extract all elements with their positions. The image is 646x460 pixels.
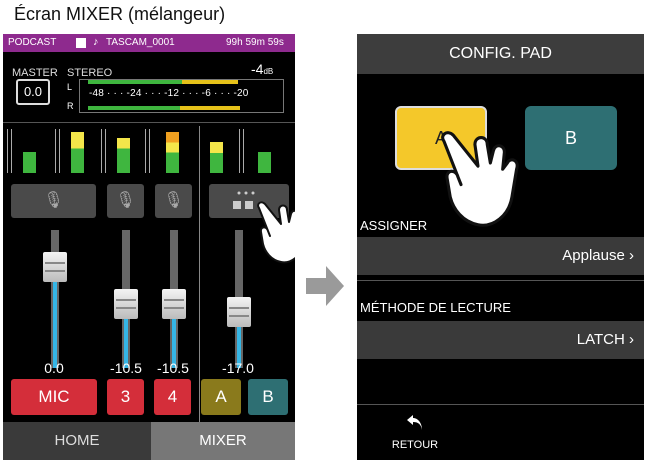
ch-mic-meter-peak bbox=[71, 132, 84, 173]
meter-scale-tick bbox=[7, 129, 12, 173]
ch-4-button[interactable]: 4 bbox=[154, 379, 191, 415]
master-level-button[interactable]: 0.0 bbox=[16, 79, 50, 105]
ch-mic-fader-fill bbox=[53, 281, 57, 368]
tab-mixer[interactable]: MIXER bbox=[151, 422, 295, 460]
figure-caption: Écran MIXER (mélangeur) bbox=[14, 4, 226, 24]
assign-row[interactable]: Applause › bbox=[357, 237, 644, 275]
pad-divider bbox=[199, 126, 200, 422]
playback-method-value: LATCH bbox=[576, 331, 625, 348]
section-divider bbox=[357, 280, 644, 281]
peak-unit: dB bbox=[263, 67, 274, 76]
status-remaining-time: 99h 59m 59s bbox=[226, 37, 284, 48]
ch-4-fader-knob[interactable] bbox=[162, 289, 186, 320]
ch-3-level: -10.5 bbox=[110, 360, 142, 376]
ch-mic-level: 0.0 bbox=[44, 360, 64, 376]
music-note-icon: ♪ bbox=[93, 36, 99, 48]
ch-mic-source-button[interactable]: 🎙 bbox=[11, 184, 96, 218]
playback-method-row[interactable]: LATCH › bbox=[357, 321, 644, 359]
meter-left-label: L bbox=[67, 82, 73, 92]
pad-b-button[interactable]: B bbox=[248, 379, 288, 415]
ch-3-fader-knob[interactable] bbox=[114, 289, 138, 320]
pad-a-button[interactable]: A bbox=[201, 379, 241, 415]
assign-section-label: ASSIGNER bbox=[360, 218, 428, 233]
ch-3-meter bbox=[117, 138, 130, 173]
pointing-hand-icon bbox=[257, 201, 295, 264]
chevron-right-icon: › bbox=[629, 331, 634, 348]
record-indicator-icon bbox=[76, 38, 86, 48]
footer-divider bbox=[357, 404, 644, 405]
ch-4-meter bbox=[166, 132, 179, 173]
ch-mic-meter bbox=[23, 152, 36, 173]
tab-home[interactable]: HOME bbox=[3, 422, 151, 460]
microphone-icon: 🎙 bbox=[115, 192, 136, 209]
status-mode: PODCAST bbox=[8, 37, 57, 48]
status-bar: PODCAST ♪ TASCAM_0001 99h 59m 59s bbox=[3, 34, 295, 52]
pad-level: -17.0 bbox=[222, 360, 254, 376]
chevron-right-icon: › bbox=[629, 247, 634, 264]
meter-right-label: R bbox=[67, 101, 74, 111]
peak-value: -4 bbox=[251, 61, 264, 77]
back-arrow-icon bbox=[407, 415, 422, 430]
status-filename: TASCAM_0001 bbox=[106, 37, 175, 48]
meter-scale: -48 · · · -24 · · · -12 · · · -6 · · · -… bbox=[89, 88, 249, 99]
ch-mic-button[interactable]: MIC bbox=[11, 379, 97, 415]
master-label: MASTER bbox=[12, 67, 58, 79]
mixer-screen: PODCAST ♪ TASCAM_0001 99h 59m 59s MASTER… bbox=[3, 34, 295, 460]
ch-4-source-button[interactable]: 🎙 bbox=[155, 184, 192, 218]
meter-right-bar bbox=[88, 106, 180, 110]
meter-scale-tick bbox=[145, 129, 150, 173]
pad-b-meter bbox=[258, 152, 271, 173]
ch-3-source-button[interactable]: 🎙 bbox=[107, 184, 144, 218]
pad-b-select[interactable]: B bbox=[525, 106, 617, 170]
right-arrow-icon bbox=[306, 266, 344, 306]
back-label: RETOUR bbox=[391, 439, 439, 451]
section-divider bbox=[3, 122, 295, 123]
microphone-icon: 🎙 bbox=[163, 192, 184, 209]
meter-left-bar-peak bbox=[182, 80, 238, 84]
meter-left-bar bbox=[88, 80, 182, 84]
ch-3-button[interactable]: 3 bbox=[107, 379, 144, 415]
playback-method-label: MÉTHODE DE LECTURE bbox=[360, 300, 511, 315]
back-button[interactable]: RETOUR bbox=[385, 414, 445, 458]
pad-fader-knob[interactable] bbox=[227, 296, 251, 327]
peak-level-readout: -4dB bbox=[251, 61, 273, 77]
meter-scale-tick bbox=[55, 129, 60, 173]
meter-right-bar-peak bbox=[180, 106, 240, 110]
microphone-icon: 🎙 bbox=[43, 192, 64, 209]
pad-config-screen: CONFIG. PAD A B ASSIGNER Applause › MÉTH… bbox=[357, 34, 644, 460]
stereo-label: STEREO bbox=[67, 67, 113, 79]
ch-mic-fader-knob[interactable] bbox=[43, 251, 67, 282]
meter-scale-tick bbox=[239, 129, 244, 173]
assign-value: Applause bbox=[562, 247, 625, 264]
pad-a-meter bbox=[210, 142, 223, 173]
meter-scale-tick bbox=[101, 129, 106, 173]
ch-4-level: -10.5 bbox=[157, 360, 189, 376]
page-title: CONFIG. PAD bbox=[357, 34, 644, 74]
